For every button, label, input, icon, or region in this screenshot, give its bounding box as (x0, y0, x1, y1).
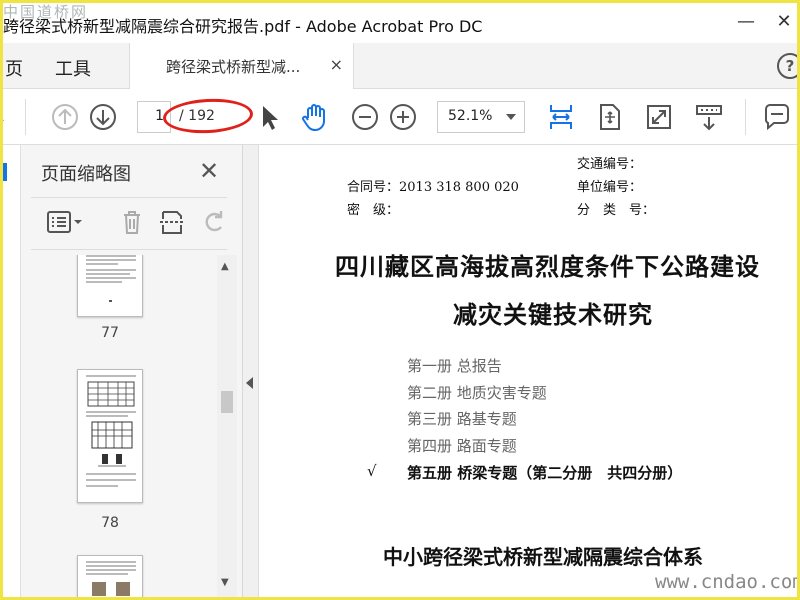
overflow-left-icon[interactable] (3, 101, 7, 133)
thumbnail-preview (86, 561, 136, 596)
thumbnail-preview (86, 375, 136, 487)
volume-item: 第三册 路基专题 (407, 410, 517, 428)
close-window-button[interactable]: ✕ (769, 7, 797, 37)
next-page-icon[interactable] (87, 101, 119, 133)
thumbnail-page-number: 77 (101, 325, 119, 341)
fit-width-icon[interactable] (545, 101, 577, 133)
thumbnail-page-77[interactable] (77, 255, 143, 317)
document-page: 交通编号： 合同号：2013 318 800 020 单位编号： 密 级： 分 … (259, 145, 797, 597)
zoom-in-icon[interactable] (387, 101, 419, 133)
zoom-select[interactable]: 52.1% (437, 101, 525, 133)
close-panel-button[interactable]: ✕ (199, 157, 219, 185)
prev-page-icon[interactable] (49, 101, 81, 133)
tab-home[interactable]: 页 (5, 55, 23, 81)
thumbnail-preview (86, 255, 136, 302)
hand-tool-icon[interactable] (299, 101, 331, 133)
site-url-watermark: www.cndao.com (655, 571, 797, 593)
document-title-line2: 减灾关键技术研究 (453, 301, 653, 329)
help-button[interactable]: ? (777, 53, 797, 79)
chevron-down-icon (506, 114, 516, 120)
security-level: 密 级： (347, 203, 400, 218)
document-tab-label: 跨径梁式桥新型减... (166, 58, 301, 76)
volume-item: 第二册 地质灾害专题 (407, 384, 547, 402)
minimize-button[interactable]: — (731, 7, 761, 37)
traffic-number: 交通编号： (577, 157, 643, 172)
thumbnail-list: 77 78 (21, 255, 217, 597)
chevron-left-icon (246, 377, 253, 389)
classification-number: 分 类 号： (577, 203, 656, 218)
app-window: 中国道桥网 跨径梁式桥新型减隔震综合研究报告.pdf - Adobe Acrob… (3, 3, 797, 597)
read-mode-icon[interactable] (693, 101, 725, 133)
toolbar-divider (25, 99, 26, 135)
scroll-down-icon[interactable]: ▼ (221, 577, 229, 588)
collapse-panel-button[interactable] (243, 145, 259, 597)
options-menu-icon[interactable] (45, 207, 85, 237)
close-tab-button[interactable]: × (330, 55, 343, 74)
toolbar-divider (745, 99, 746, 135)
zoom-value: 52.1% (448, 108, 493, 124)
contract-number: 合同号：2013 318 800 020 (347, 180, 519, 195)
title-bar: 中国道桥网 跨径梁式桥新型减隔震综合研究报告.pdf - Adobe Acrob… (3, 3, 797, 43)
left-rail (3, 145, 21, 597)
document-subtitle: 中小跨径梁式桥新型减隔震综合体系 (383, 545, 703, 569)
volume-item-current: 第五册 桥梁专题（第二分册 共四分册） (407, 464, 683, 482)
unit-number: 单位编号： (577, 180, 643, 195)
tab-bar: 页 工具 跨径梁式桥新型减... × ? (3, 43, 797, 89)
fit-page-icon[interactable] (593, 101, 625, 133)
thumbnail-page-number: 78 (101, 515, 119, 531)
toolbar: 1 / 192 52.1% (3, 89, 797, 145)
full-screen-icon[interactable] (643, 101, 675, 133)
rotate-page-icon[interactable] (199, 207, 229, 237)
tab-document[interactable]: 跨径梁式桥新型减... × (129, 43, 354, 89)
scroll-thumb[interactable] (221, 391, 233, 413)
panel-divider (31, 249, 227, 250)
active-panel-indicator (3, 163, 7, 181)
select-cursor-icon[interactable] (253, 101, 285, 133)
thumbnail-page-78[interactable] (77, 369, 143, 503)
volume-item: 第一册 总报告 (407, 357, 502, 375)
delete-page-icon[interactable] (117, 207, 147, 237)
thumbnail-page-79[interactable] (77, 555, 143, 597)
panel-title: 页面缩略图 (41, 164, 131, 185)
document-title-line1: 四川藏区高海拔高烈度条件下公路建设 (335, 253, 760, 281)
thumbnails-panel: 页面缩略图 ✕ 77 78 ▲ ▼ (21, 145, 243, 597)
comment-icon[interactable] (761, 101, 793, 133)
window-title: 跨径梁式桥新型减隔震综合研究报告.pdf - Adobe Acrobat Pro… (3, 17, 483, 36)
zoom-out-icon[interactable] (349, 101, 381, 133)
panel-divider (31, 197, 227, 198)
thumbnail-scrollbar[interactable]: ▲ ▼ (217, 255, 237, 597)
volume-item: 第四册 路面专题 (407, 437, 517, 455)
red-annotation-oval (162, 96, 254, 136)
tab-tools[interactable]: 工具 (55, 55, 91, 81)
extract-page-icon[interactable] (157, 207, 187, 237)
checkmark-icon: √ (367, 462, 377, 480)
scroll-up-icon[interactable]: ▲ (221, 261, 229, 272)
